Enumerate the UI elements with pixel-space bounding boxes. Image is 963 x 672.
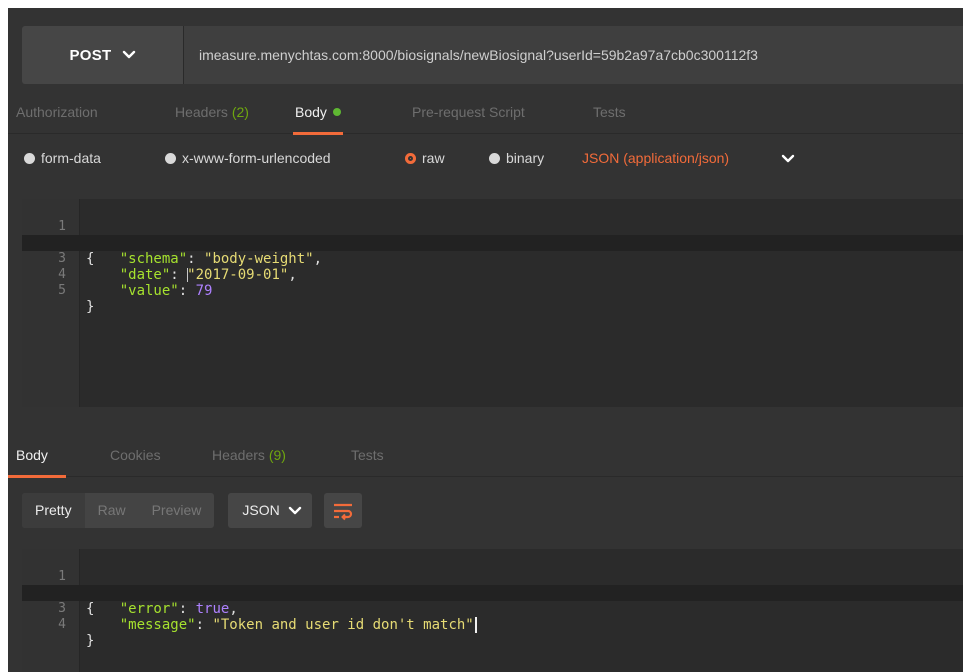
tab-label: Headers <box>212 447 269 463</box>
body-modified-dot-icon <box>332 108 341 117</box>
tab-label: Body <box>16 447 48 463</box>
radio-raw[interactable]: raw <box>405 135 445 181</box>
response-body-viewer[interactable]: 1 ▾ { 2 "error": true, 3 "message": "Tok… <box>22 549 963 672</box>
radio-icon <box>165 152 176 164</box>
content-type-selector[interactable]: JSON (application/json) <box>582 135 729 181</box>
chevron-down-icon <box>288 506 301 514</box>
code-line-active: 3 "date": "2017-09-01", <box>22 235 963 283</box>
tab-cookies[interactable]: Cookies <box>110 433 161 477</box>
code-line-active: 3 "message": "Token and user id don't ma… <box>22 585 963 633</box>
response-toolbar: Pretty Raw Preview JSON <box>22 493 362 528</box>
response-language-selector[interactable]: JSON <box>228 493 312 528</box>
wrap-lines-button[interactable] <box>323 493 362 528</box>
url-input[interactable]: imeasure.menychtas.com:8000/biosignals/n… <box>183 26 963 84</box>
language-label: JSON <box>242 502 280 518</box>
tab-label: Tests <box>593 104 626 120</box>
chevron-down-icon <box>122 50 135 59</box>
tab-label: Tests <box>351 447 384 463</box>
format-raw[interactable]: Raw <box>85 493 139 528</box>
method-label: POST <box>69 46 112 64</box>
text-caret <box>474 617 477 633</box>
url-text: imeasure.menychtas.com:8000/biosignals/n… <box>199 47 758 63</box>
code-line: 1 ▾ { <box>22 203 963 267</box>
response-format-group: Pretty Raw Preview <box>22 493 215 528</box>
code-line: 2 "error": true, <box>22 569 963 617</box>
radio-form-data[interactable]: form-data <box>24 135 101 181</box>
content-type-label: JSON (application/json) <box>582 150 730 166</box>
brace: } <box>86 633 95 649</box>
tab-body[interactable]: Body <box>293 90 343 135</box>
tab-label: Body <box>295 104 327 120</box>
request-url-bar: POST imeasure.menychtas.com:8000/biosign… <box>22 26 963 84</box>
radio-label: form-data <box>41 150 101 166</box>
tab-label: Headers <box>175 104 232 120</box>
tab-pre-request-script[interactable]: Pre-request Script <box>412 90 525 134</box>
code-line: 4 } <box>22 601 963 649</box>
code-line: 4 "value": 79 <box>22 251 963 299</box>
format-preview[interactable]: Preview <box>139 493 215 528</box>
code-line: 2 "schema": "body-weight", <box>22 219 963 267</box>
radio-label: x-www-form-urlencoded <box>182 150 331 166</box>
tab-label: Cookies <box>110 447 161 463</box>
radio-icon <box>24 152 35 164</box>
response-tabs: Body Cookies Headers (9) Tests <box>8 433 963 478</box>
chevron-down-icon[interactable] <box>781 152 795 166</box>
tab-count: (2) <box>231 104 249 120</box>
tab-authorization[interactable]: Authorization <box>16 90 98 134</box>
radio-icon <box>489 152 500 164</box>
tab-headers[interactable]: Headers (2) <box>175 90 249 134</box>
line-number: 4 <box>58 617 66 632</box>
code-line: 1 ▾ { <box>22 553 963 617</box>
code-line: 5 } <box>22 267 963 315</box>
json-string: "Token and user id don't match" <box>212 617 474 633</box>
wrap-lines-icon <box>333 503 352 520</box>
request-tabs: Authorization Headers (2) Body Pre-reque… <box>8 90 963 135</box>
radio-label: binary <box>506 150 545 166</box>
json-key: "message" <box>119 617 196 633</box>
postman-window: POST imeasure.menychtas.com:8000/biosign… <box>8 8 963 672</box>
line-number: 5 <box>58 283 66 298</box>
tab-tests[interactable]: Tests <box>593 90 626 134</box>
json-number: 79 <box>195 283 213 299</box>
request-body-editor[interactable]: 1 ▾ { 2 "schema": "body-weight", 3 "date… <box>22 199 963 407</box>
body-type-options: form-data x-www-form-urlencoded raw bina… <box>8 135 963 181</box>
tab-response-headers[interactable]: Headers (9) <box>212 433 286 477</box>
tab-label: Authorization <box>16 104 98 120</box>
brace: } <box>86 299 95 315</box>
radio-x-www-form-urlencoded[interactable]: x-www-form-urlencoded <box>165 135 331 181</box>
method-selector[interactable]: POST <box>22 26 183 84</box>
radio-label: raw <box>422 150 445 166</box>
tab-count: (9) <box>268 447 286 463</box>
tab-response-body[interactable]: Body <box>8 433 66 478</box>
radio-selected-icon <box>405 152 416 164</box>
tab-response-tests[interactable]: Tests <box>351 433 384 477</box>
format-pretty[interactable]: Pretty <box>22 493 85 528</box>
json-key: "value" <box>119 283 179 299</box>
tab-label: Pre-request Script <box>412 104 525 120</box>
radio-binary[interactable]: binary <box>489 135 544 181</box>
